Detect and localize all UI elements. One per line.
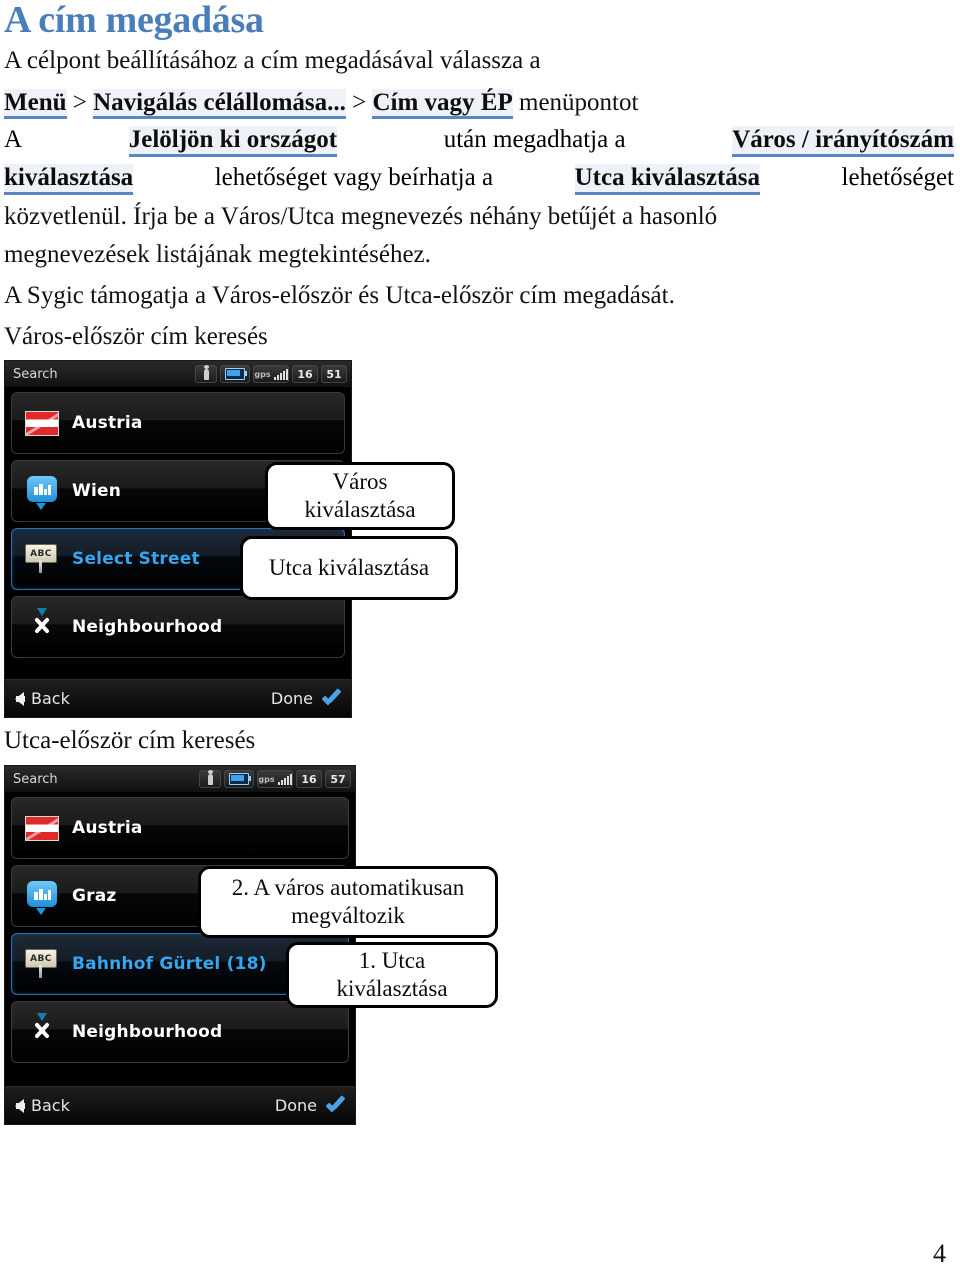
gps-signal-icon: gps bbox=[253, 365, 289, 383]
checkmark-icon bbox=[321, 691, 341, 707]
done-button[interactable]: Done bbox=[271, 689, 341, 708]
abc-street-sign-icon: ABC bbox=[12, 544, 72, 574]
menuref-menu: Menü bbox=[4, 89, 67, 119]
austria-flag-icon bbox=[12, 815, 72, 841]
arrow-left-icon bbox=[15, 691, 25, 706]
checkmark-icon bbox=[325, 1098, 345, 1114]
list-item-label: Austria bbox=[72, 818, 143, 838]
device2-footer: Back Done bbox=[5, 1086, 355, 1124]
callout-city-auto-changes: 2. A város automatikusan megváltozik bbox=[198, 866, 498, 938]
device1-status-value-right: 51 bbox=[321, 365, 347, 383]
austria-flag-icon bbox=[12, 410, 72, 436]
list-item-label: Bahnhof Gürtel (18) bbox=[72, 954, 267, 974]
line3-prefix: A bbox=[4, 126, 23, 153]
sygic-support-line: A Sygic támogatja a Város-először és Utc… bbox=[4, 282, 675, 309]
list-item-neighbourhood[interactable]: Neighbourhood bbox=[11, 596, 345, 658]
device1-statusbar: Search gps 16 51 bbox=[5, 361, 351, 388]
back-button-label: Back bbox=[31, 689, 70, 708]
city-pin-icon bbox=[12, 881, 72, 911]
back-button[interactable]: Back bbox=[15, 1096, 70, 1115]
list-item-neighbourhood[interactable]: Neighbourhood bbox=[11, 1001, 349, 1063]
done-button[interactable]: Done bbox=[275, 1096, 345, 1115]
device1-status-value-left: 16 bbox=[292, 365, 318, 383]
line4-middle: lehetőséget vagy beírhatja a bbox=[214, 164, 494, 191]
list-item-label: Austria bbox=[72, 413, 143, 433]
typing-hint-line: közvetlenül. Írja be a Város/Utca megnev… bbox=[4, 203, 718, 230]
device1-screen-title: Search bbox=[13, 366, 58, 382]
abc-street-sign-icon: ABC bbox=[12, 949, 72, 979]
done-button-label: Done bbox=[274, 1096, 317, 1115]
device2-status-value-right: 57 bbox=[325, 770, 351, 788]
menuref-select-street: Utca kiválasztása bbox=[574, 164, 761, 195]
device1-status-icons: gps 16 51 bbox=[195, 364, 347, 383]
menuref-city-or-postcode: Város / irányítószám bbox=[732, 126, 954, 157]
menu-item-suffix: menüpontot bbox=[512, 89, 639, 116]
device2-status-icons: gps 16 57 bbox=[199, 769, 351, 788]
callout-street-select-numbered: 1. Utca kiválasztása bbox=[286, 942, 498, 1008]
device2-statusbar: Search gps 16 57 bbox=[5, 766, 355, 793]
list-item-label: Neighbourhood bbox=[72, 617, 223, 637]
menuref-navigate-to: Navigálás célállomása... bbox=[93, 89, 346, 119]
back-button[interactable]: Back bbox=[15, 689, 70, 708]
intro-line: A célpont beállításához a cím megadásáva… bbox=[4, 47, 541, 74]
done-button-label: Done bbox=[270, 689, 313, 708]
city-pin-icon bbox=[12, 476, 72, 506]
list-item-country[interactable]: Austria bbox=[11, 392, 345, 454]
callout-city-select: Város kiválasztása bbox=[265, 462, 455, 530]
battery-icon bbox=[224, 770, 254, 788]
neighbourhood-pin-icon bbox=[12, 1016, 72, 1048]
callout-street-select: Utca kiválasztása bbox=[240, 536, 458, 600]
person-icon bbox=[199, 769, 221, 788]
device2-status-value-left: 16 bbox=[296, 770, 322, 788]
line3-middle: után megadhatja a bbox=[443, 126, 626, 153]
back-button-label: Back bbox=[31, 1096, 70, 1115]
device2-screen-title: Search bbox=[13, 771, 58, 787]
page-number: 4 bbox=[933, 1239, 946, 1268]
neighbourhood-pin-icon bbox=[12, 611, 72, 643]
list-view-line: megnevezések listájának megtekintéséhez. bbox=[4, 241, 431, 268]
list-item-label: Select Street bbox=[72, 549, 200, 569]
path-separator-2: > bbox=[345, 89, 373, 116]
list-item-label: Neighbourhood bbox=[72, 1022, 223, 1042]
page-title: A cím megadása bbox=[4, 0, 264, 41]
gps-signal-icon: gps bbox=[257, 770, 293, 788]
menuref-select-country: Jelöljön ki országot bbox=[128, 126, 338, 157]
list-item-label: Wien bbox=[72, 481, 122, 501]
device1-footer: Back Done bbox=[5, 679, 351, 717]
arrow-left-icon bbox=[15, 1098, 25, 1113]
street-select-line: kiválasztása lehetőséget vagy beírhatja … bbox=[4, 164, 954, 195]
subheading-street-first: Utca-először cím keresés bbox=[4, 727, 256, 754]
subheading-city-first: Város-először cím keresés bbox=[4, 323, 268, 350]
list-item-country[interactable]: Austria bbox=[11, 797, 349, 859]
list-item-label: Graz bbox=[72, 886, 117, 906]
document-page: A cím megadása A célpont beállításához a… bbox=[0, 0, 960, 1287]
battery-icon bbox=[220, 365, 250, 383]
menuref-address-or-poi: Cím vagy ÉP bbox=[372, 89, 513, 119]
menu-path-line: Menü > Navigálás célállomása... > Cím va… bbox=[4, 88, 639, 119]
menuref-selection: kiválasztása bbox=[4, 164, 134, 195]
path-separator-1: > bbox=[66, 89, 94, 116]
person-icon bbox=[195, 364, 217, 383]
line4-suffix: lehetőséget bbox=[841, 164, 954, 191]
country-select-line: A Jelöljön ki országot után megadhatja a… bbox=[4, 126, 954, 157]
